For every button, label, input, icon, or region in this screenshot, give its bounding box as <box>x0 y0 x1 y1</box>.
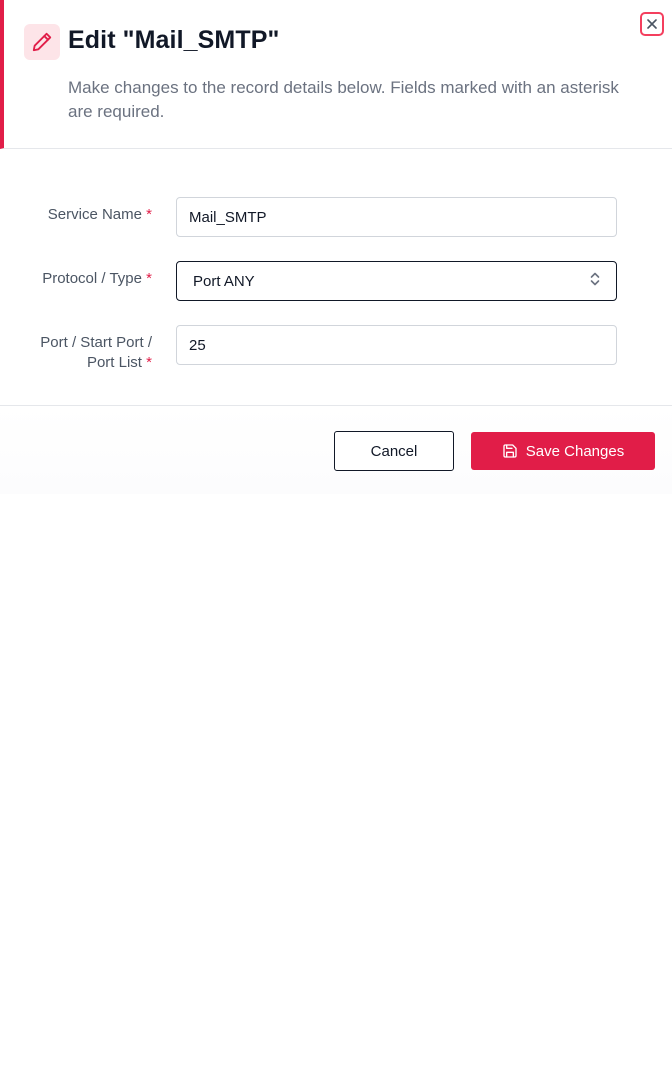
port-input[interactable] <box>176 325 617 365</box>
pencil-icon <box>24 24 60 60</box>
close-icon <box>647 19 657 29</box>
port-label: Port / Start Port / Port List * <box>40 334 152 371</box>
protocol-type-selected: Port ANY <box>193 272 255 290</box>
cancel-button[interactable]: Cancel <box>334 431 454 471</box>
save-icon <box>502 443 518 459</box>
required-marker: * <box>146 354 152 371</box>
dialog-footer: Cancel Save Changes <box>0 405 672 494</box>
close-button[interactable] <box>640 12 664 36</box>
service-name-label: Service Name * <box>47 206 152 223</box>
required-marker: * <box>146 206 152 223</box>
save-changes-label: Save Changes <box>525 442 625 460</box>
protocol-type-label: Protocol / Type * <box>42 270 152 287</box>
dialog-subtitle: Make changes to the record details below… <box>68 78 619 121</box>
save-changes-button[interactable]: Save Changes <box>471 432 655 470</box>
dialog-title: Edit "Mail_SMTP" <box>68 26 280 54</box>
service-name-input[interactable] <box>176 197 617 237</box>
chevron-up-down-icon <box>588 271 602 291</box>
edit-record-dialog: Edit "Mail_SMTP" Make changes to the rec… <box>0 0 672 494</box>
dialog-header: Edit "Mail_SMTP" Make changes to the rec… <box>0 0 672 149</box>
protocol-type-select[interactable]: Port ANY <box>176 261 617 301</box>
required-marker: * <box>146 270 152 287</box>
